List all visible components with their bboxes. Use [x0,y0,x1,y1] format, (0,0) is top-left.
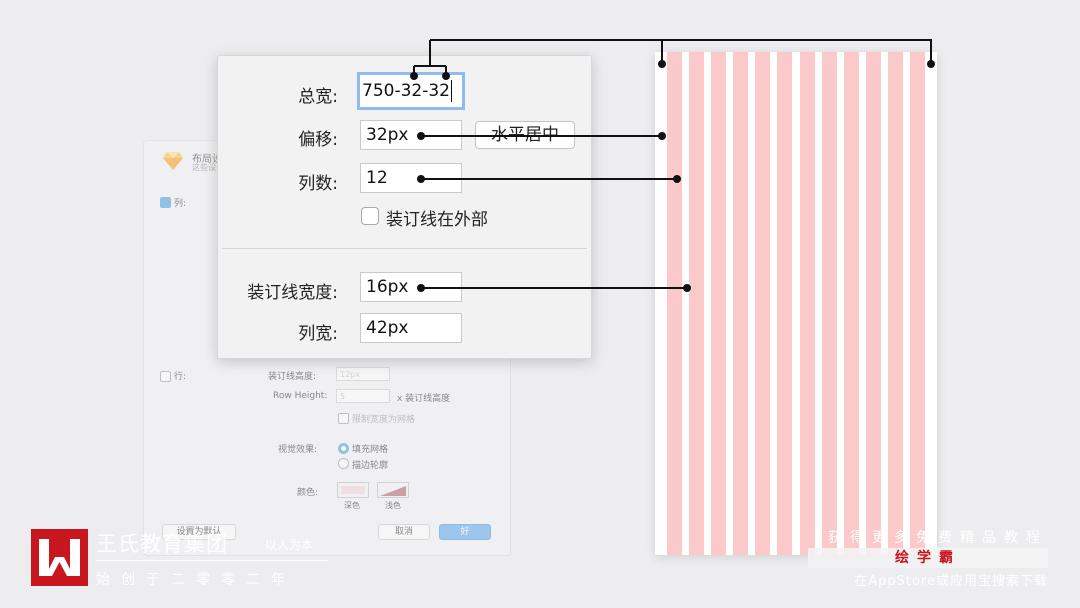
promo-download-hint: 在AppStore或应用宝搜索下载 [854,574,1048,589]
brand-divider [96,560,328,561]
total-width-bracket [430,39,932,64]
annotation-dot [673,175,681,183]
brand-founded: 始创于二零零二年 [96,572,296,588]
brand-title: 王氏教育集团 [96,532,228,556]
promo-headline: 获得更多免费精品教程 [828,530,1048,546]
annotation-dot [417,284,425,292]
brand-slogan: 以人为本 [265,538,314,552]
annotation-dot [442,72,450,80]
annotation-dot [417,175,425,183]
value-bracket [413,65,447,76]
promo-app-name: 绘学霸 [895,550,961,566]
annotation-dot [417,132,425,140]
annotation-dot [658,60,666,68]
annotation-dot [927,60,935,68]
annotation-dot [410,72,418,80]
brand-logo [31,529,88,586]
annotation-overlay [410,39,935,292]
annotation-dot [683,284,691,292]
annotation-dot [658,132,666,140]
